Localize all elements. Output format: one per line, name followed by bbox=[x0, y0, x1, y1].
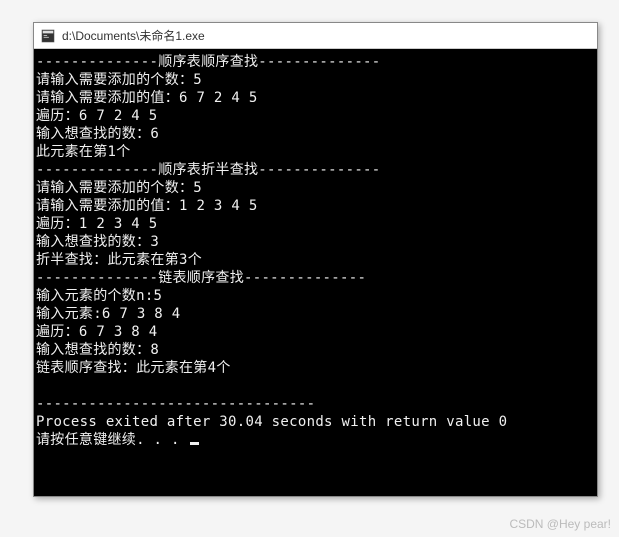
output-line: 请输入需要添加的值：1 2 3 4 5 bbox=[36, 198, 258, 214]
console-output: --------------顺序表顺序查找-------------- 请输入需… bbox=[34, 49, 597, 496]
output-line: --------------链表顺序查找-------------- bbox=[36, 270, 366, 286]
output-line: 请输入需要添加的个数：5 bbox=[36, 72, 202, 88]
output-line: 链表顺序查找：此元素在第4个 bbox=[36, 360, 231, 376]
output-line: 遍历：6 7 3 8 4 bbox=[36, 324, 157, 340]
output-line: --------------顺序表折半查找-------------- bbox=[36, 162, 381, 178]
output-line: 输入想查找的数：6 bbox=[36, 126, 159, 142]
output-line: 输入元素的个数n:5 bbox=[36, 288, 162, 304]
console-window: d:\Documents\未命名1.exe --------------顺序表顺… bbox=[33, 22, 598, 497]
app-icon bbox=[40, 28, 56, 44]
watermark: CSDN @Hey pear! bbox=[509, 517, 611, 531]
output-line: 输入元素:6 7 3 8 4 bbox=[36, 306, 181, 322]
output-line: 输入想查找的数：3 bbox=[36, 234, 159, 250]
output-line: 请按任意键继续. . . bbox=[36, 432, 188, 448]
output-line: Process exited after 30.04 seconds with … bbox=[36, 414, 507, 430]
output-line: 输入想查找的数：8 bbox=[36, 342, 159, 358]
output-line: 遍历：1 2 3 4 5 bbox=[36, 216, 157, 232]
title-bar: d:\Documents\未命名1.exe bbox=[34, 23, 597, 49]
window-title: d:\Documents\未命名1.exe bbox=[62, 27, 205, 44]
output-line: --------------顺序表顺序查找-------------- bbox=[36, 54, 381, 70]
cursor bbox=[190, 442, 199, 445]
output-line: 请输入需要添加的个数：5 bbox=[36, 180, 202, 196]
output-line: 请输入需要添加的值：6 7 2 4 5 bbox=[36, 90, 258, 106]
output-line: 此元素在第1个 bbox=[36, 144, 131, 160]
output-line: 折半查找：此元素在第3个 bbox=[36, 252, 202, 268]
output-line: 遍历：6 7 2 4 5 bbox=[36, 108, 157, 124]
output-line: -------------------------------- bbox=[36, 396, 315, 412]
